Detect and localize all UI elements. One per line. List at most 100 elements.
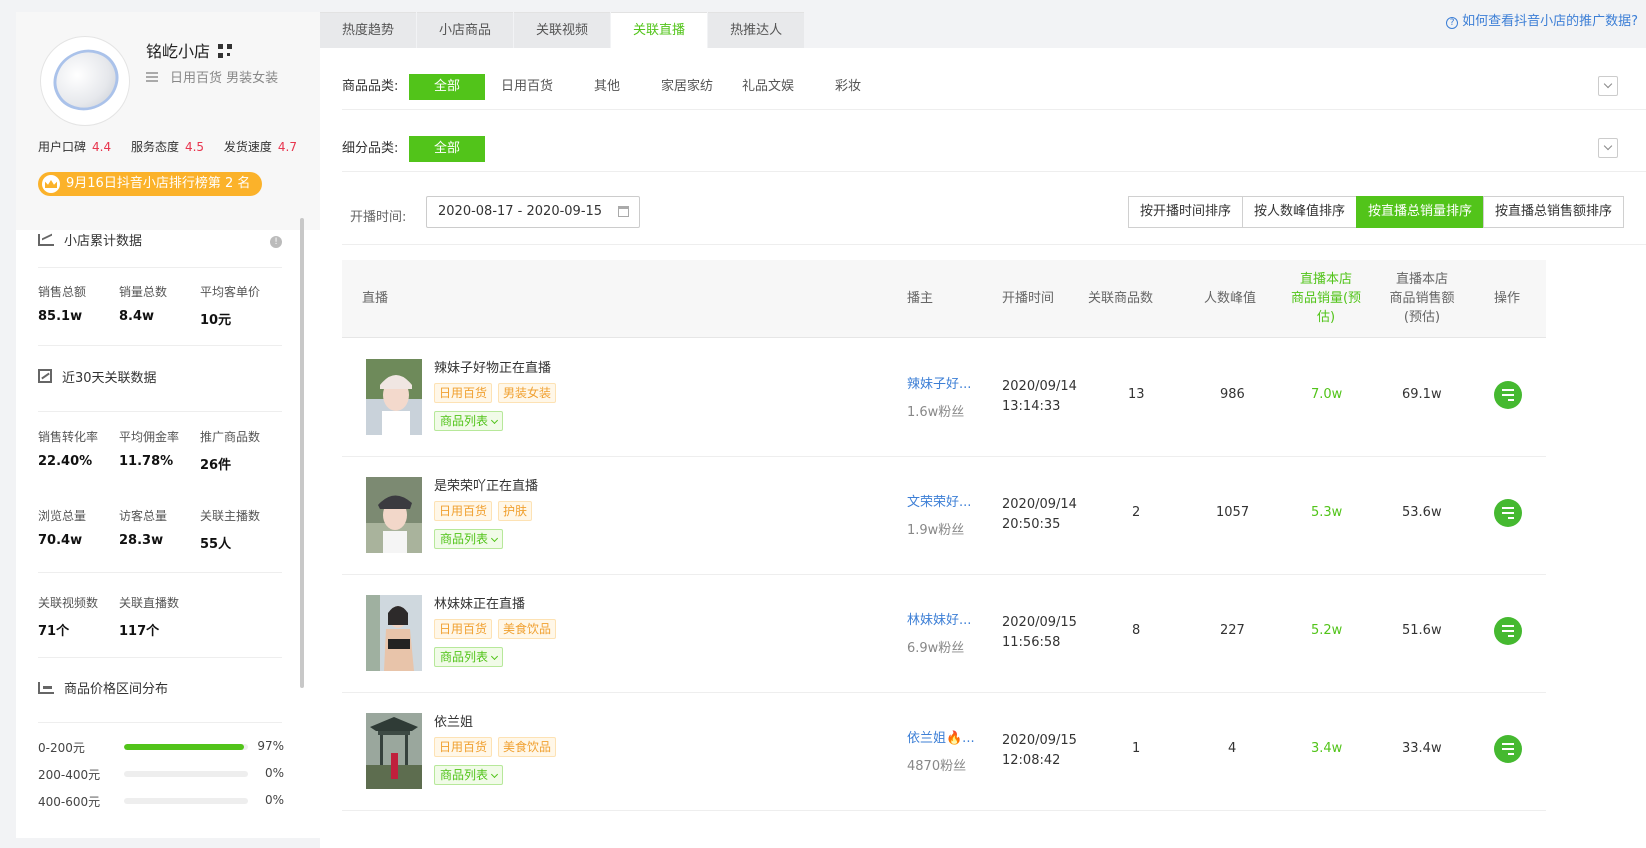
price-percent: 97% [257, 739, 284, 753]
tab-related-live[interactable]: 关联直播 [611, 12, 708, 48]
live-cover[interactable] [366, 595, 422, 671]
live-cover[interactable] [366, 713, 422, 789]
sales-volume: 3.4w [1311, 741, 1343, 756]
sales-volume: 5.2w [1311, 623, 1343, 638]
category-chip[interactable]: 彩妆 [835, 74, 861, 100]
peak-viewers: 4 [1228, 741, 1237, 756]
start-date: 2020/09/15 [1002, 615, 1077, 630]
header-amount-line: 商品销售额 [1389, 291, 1455, 306]
category-chip[interactable]: 其他 [594, 74, 620, 100]
sidebar-scrollbar[interactable] [300, 218, 304, 688]
anchor-link[interactable]: 辣妹子好... [907, 373, 971, 392]
rank-badge[interactable]: 9月16日抖音小店排行榜第 2 名 [38, 172, 263, 196]
expand-subcategories-button[interactable] [1598, 138, 1618, 158]
expand-categories-button[interactable] [1598, 76, 1618, 96]
category-filter: 商品品类: 全部 日用百货 其他 家居家纺 礼品文娱 彩妆 [342, 48, 1646, 110]
shop-name-wrap: 铭屹小店 [146, 38, 233, 62]
sort-by-start-time-button[interactable]: 按开播时间排序 [1127, 196, 1243, 228]
help-link[interactable]: ? 如何查看抖音小店的推广数据? [1446, 12, 1638, 32]
stat-label: 访客总量 [119, 509, 168, 523]
stat-label: 浏览总量 [38, 509, 87, 523]
stat-label: 销售总额 [38, 285, 87, 299]
table-row[interactable]: 林妹妹正在直播 日用百货 美食饮品 商品列表 林妹妹好... 6.9w粉丝 202… [342, 575, 1546, 693]
detail-button[interactable] [1494, 499, 1522, 527]
live-title[interactable]: 是荣荣吖正在直播 [434, 475, 538, 494]
table-row[interactable]: 辣妹子好物正在直播 日用百货 男装女装 商品列表 辣妹子好... 1.6w粉丝 2… [342, 339, 1546, 457]
sort-by-peak-button[interactable]: 按人数峰值排序 [1241, 196, 1357, 228]
stat: 关联直播数 117个 [119, 594, 200, 639]
table-row[interactable]: 是荣荣吖正在直播 日用百货 护肤 商品列表 文荣荣好... 1.9w粉丝 2020… [342, 457, 1546, 575]
header-peak: 人数峰值 [1204, 291, 1257, 306]
anchor-fans: 1.6w粉丝 [907, 405, 965, 420]
stat-label: 平均佣金率 [119, 430, 180, 444]
help-icon: ? [1446, 17, 1459, 29]
stat-value: 22.40% [38, 454, 93, 469]
table-row[interactable]: 依兰姐 日用百货 美食饮品 商品列表 依兰姐🔥... 4870粉丝 2020/09… [342, 693, 1546, 811]
tab-shop-goods[interactable]: 小店商品 [417, 12, 514, 48]
tab-related-videos[interactable]: 关联视频 [514, 12, 611, 48]
sales-amount: 69.1w [1402, 387, 1442, 402]
chevron-down-icon [490, 416, 499, 425]
category-chip[interactable]: 礼品文娱 [742, 74, 794, 100]
live-tags: 日用百货 男装女装 [434, 383, 562, 403]
recent30-section-title: 近30天关联数据 [38, 369, 282, 389]
tab-hot-talents[interactable]: 热推达人 [708, 12, 805, 48]
detail-button[interactable] [1494, 617, 1522, 645]
goods-list-dropdown[interactable]: 商品列表 [434, 411, 504, 431]
main-panel: 热度趋势 小店商品 关联视频 关联直播 热推达人 ? 如何查看抖音小店的推广数据?… [320, 12, 1646, 848]
divider [38, 657, 282, 658]
detail-button[interactable] [1494, 381, 1522, 409]
subcategory-chip-all[interactable]: 全部 [409, 136, 485, 162]
category-chip[interactable]: 家居家纺 [661, 74, 713, 100]
live-cover[interactable] [366, 359, 422, 435]
rank-text: 9月16日抖音小店排行榜第 2 名 [66, 176, 251, 191]
stat: 浏览总量 70.4w [38, 507, 119, 552]
stat-label: 关联视频数 [38, 596, 99, 610]
info-icon[interactable]: ! [270, 236, 282, 248]
category-chip[interactable]: 日用百货 [501, 74, 553, 100]
stat-label: 销量总数 [119, 285, 168, 299]
rating-label: 发货速度 [223, 140, 272, 154]
start-date: 2020/09/14 [1002, 379, 1077, 394]
category-tag: 日用百货 [434, 501, 493, 521]
goods-list-dropdown[interactable]: 商品列表 [434, 765, 504, 785]
goods-list-dropdown[interactable]: 商品列表 [434, 647, 504, 667]
goods-list-dropdown[interactable]: 商品列表 [434, 529, 504, 549]
anchor-fans: 4870粉丝 [907, 759, 967, 774]
section-title: 商品价格区间分布 [64, 682, 169, 697]
detail-button[interactable] [1494, 735, 1522, 763]
live-title[interactable]: 林妹妹正在直播 [434, 593, 525, 612]
stat-value: 28.3w [119, 533, 164, 548]
tab-heat-trend[interactable]: 热度趋势 [320, 12, 417, 48]
anchor-fans: 1.9w粉丝 [907, 523, 965, 538]
table-header: 直播 播主 开播时间 关联商品数 人数峰值 直播本店 商品销量(预 估) 直播本店商… [342, 260, 1546, 338]
sort-by-amount-button[interactable]: 按直播总销售额排序 [1482, 196, 1624, 228]
stat: 销量总数 8.4w [119, 283, 200, 328]
shop-sidebar: 铭屹小店 日用百货 男装女装 用户口碑 4.4 服务态度 4.5 发货速度 4.7 9… [16, 12, 320, 838]
live-title[interactable]: 依兰姐 [434, 711, 473, 730]
header-sales[interactable]: 直播本店 商品销量(预 估) [1290, 270, 1362, 327]
price-row: 200-400元 0% [38, 765, 284, 783]
stat: 销售转化率 22.40% [38, 428, 119, 473]
stat-value: 70.4w [38, 533, 83, 548]
header-amount[interactable]: 直播本店 商品销售额 (预估) [1386, 270, 1458, 327]
stat: 推广商品数 26件 [200, 428, 281, 473]
sales-volume: 5.3w [1311, 505, 1343, 520]
header-start-time: 开播时间 [1002, 291, 1055, 306]
category-filter-label: 商品品类: [342, 79, 399, 94]
goods-list-label: 商品列表 [440, 768, 489, 782]
recent30-stats-row2: 浏览总量 70.4w 访客总量 28.3w 关联主播数 55人 [38, 507, 282, 552]
stat: 关联视频数 71个 [38, 594, 119, 639]
date-range-picker[interactable]: 2020-08-17 - 2020-09-15 [426, 196, 640, 228]
chevron-down-icon [490, 534, 499, 543]
date-label: 开播时间: [350, 210, 407, 225]
anchor-link[interactable]: 依兰姐🔥... [907, 727, 975, 746]
anchor-link[interactable]: 林妹妹好... [907, 609, 971, 628]
start-clock: 20:50:35 [1002, 517, 1061, 532]
live-cover[interactable] [366, 477, 422, 553]
anchor-link[interactable]: 文荣荣好... [907, 491, 971, 510]
category-chip-all[interactable]: 全部 [409, 74, 485, 100]
live-title[interactable]: 辣妹子好物正在直播 [434, 357, 551, 376]
qr-code-icon[interactable] [218, 44, 233, 58]
sort-by-sales-button[interactable]: 按直播总销量排序 [1355, 196, 1484, 228]
